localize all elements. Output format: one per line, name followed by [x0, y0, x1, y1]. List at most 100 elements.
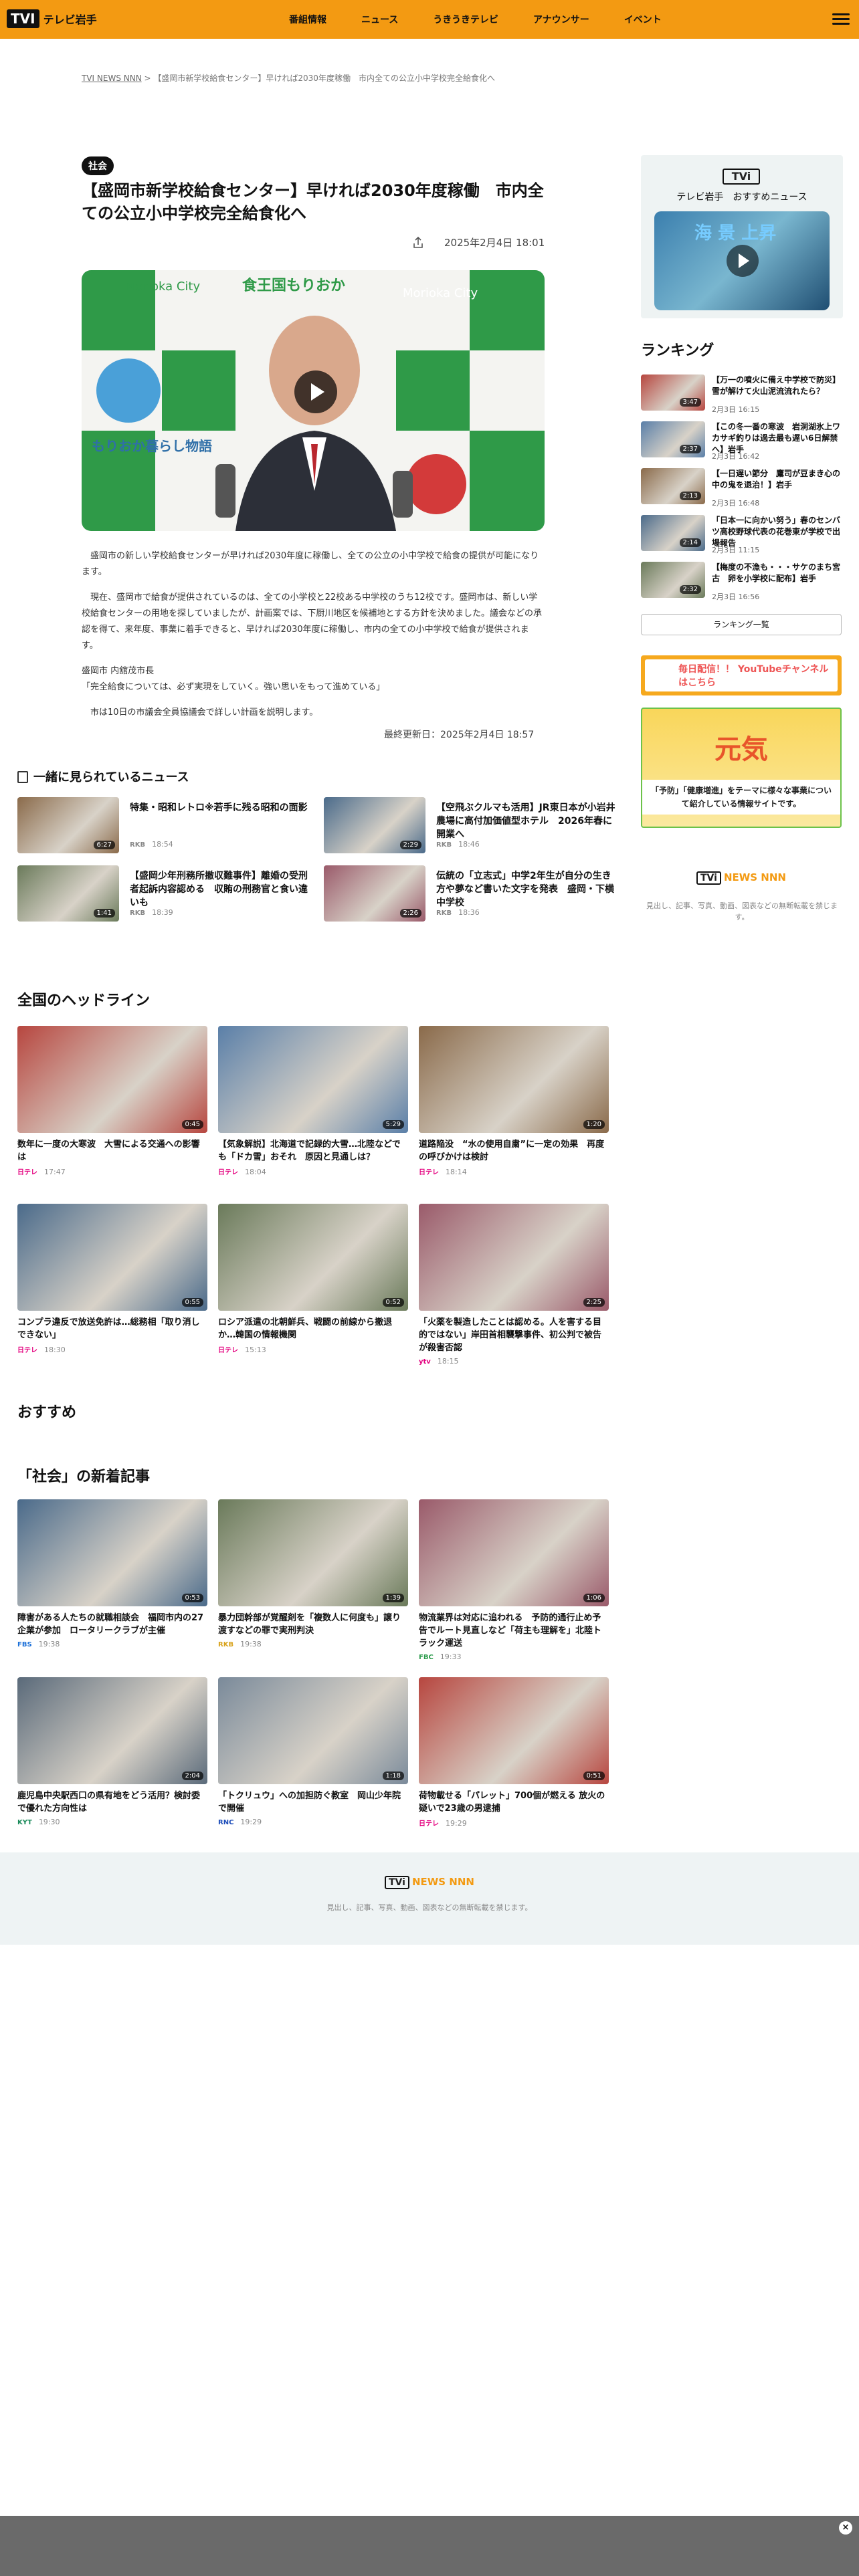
latest-card[interactable]: 1:39 暴力団幹部が覚醒剤を「複数人に何度も」譲り渡すなどの罪で実刑判決 RKB 1…: [218, 1499, 408, 1648]
article-body: 盛岡市の新しい学校給食センターが早ければ2030年度に稼働し、全ての公立の小中学…: [82, 548, 545, 730]
duration-badge: 0:53: [181, 1594, 203, 1602]
latest-card[interactable]: 0:53 障害がある人たちの就職相談会 福岡市内の27企業が参加 ロータリークラブ…: [17, 1499, 207, 1648]
site-logo[interactable]: TVI テレビ岩手: [7, 9, 97, 28]
recommend-video[interactable]: 海 景 上昇: [654, 211, 830, 310]
close-icon[interactable]: ×: [839, 2521, 852, 2535]
latest-title[interactable]: 荷物載せる「パレット」700個が燃える 放火の疑いで23歳の男逮捕: [419, 1790, 609, 1815]
national-thumbnail[interactable]: 0:52: [218, 1204, 408, 1311]
national-thumbnail[interactable]: 2:25: [419, 1204, 609, 1311]
ranking-time: 2月3日 16:15: [712, 405, 760, 414]
national-thumbnail[interactable]: 0:55: [17, 1204, 207, 1311]
svg-text:Morioka City: Morioka City: [403, 286, 478, 300]
latest-thumbnail[interactable]: 1:39: [218, 1499, 408, 1606]
article-paragraph: 現在、盛岡市で給食が提供されているのは、全ての小学校と22校ある中学校のうち12…: [82, 593, 542, 651]
related-time: 18:39: [152, 908, 173, 917]
related-meta: RKB 18:39: [130, 908, 173, 917]
national-card[interactable]: 2:25 「火薬を製造したことは認める。人を害する目的ではない」岸田首相襲撃事件、…: [419, 1204, 609, 1366]
latest-title[interactable]: 暴力団幹部が覚醒剤を「複数人に何度も」譲り渡すなどの罪で実刑判決: [218, 1612, 408, 1637]
ranking-thumbnail[interactable]: 2:37: [641, 421, 705, 457]
ranking-thumbnail[interactable]: 3:47: [641, 374, 705, 411]
ranking-item[interactable]: 2:37 【この冬一番の寒波 岩洞湖氷上ワカサギ釣りは過去最も遅い6日解禁へ】岩手…: [641, 421, 843, 461]
nav-ukiuki[interactable]: うきうきテレビ: [433, 13, 498, 26]
genki-banner[interactable]: 元気 「予防」「健康増進」をテーマに様々な事業について紹介している情報サイトです…: [641, 708, 842, 828]
national-card[interactable]: 1:20 道路陥没 “水の使用自粛”に一定の効果 再度の呼びかけは検討 日テレ 18:…: [419, 1026, 609, 1176]
nav-event[interactable]: イベント: [624, 13, 662, 26]
related-thumbnail[interactable]: 2:29: [324, 797, 425, 853]
category-tag[interactable]: 社会: [82, 156, 114, 175]
latest-thumbnail[interactable]: 0:53: [17, 1499, 207, 1606]
ranking-title[interactable]: 【一日遅い節分 鷹司が豆まき心の中の鬼を退治！】岩手: [712, 468, 843, 491]
latest-title[interactable]: 「トクリュウ」への加担防ぐ教室 岡山少年院で開催: [218, 1790, 408, 1815]
national-card[interactable]: 0:52 ロシア派遣の北朝鮮兵、戦闘の前線から撤退か…韓国の情報機関 日テレ 15:1…: [218, 1204, 408, 1354]
share-icon[interactable]: [411, 236, 425, 249]
ranking-item[interactable]: 3:47 【万一の噴火に備え中学校で防災】雪が解けて火山泥流流れたら？ 2月3日 1…: [641, 374, 843, 415]
latest-thumbnail[interactable]: 1:18: [218, 1677, 408, 1784]
youtube-banner[interactable]: 毎日配信！！ YouTubeチャンネルはこちら: [641, 655, 842, 695]
related-thumbnail[interactable]: 1:41: [17, 865, 119, 922]
ad-bar: ×: [0, 2516, 859, 2576]
related-item[interactable]: 2:26 伝統の「立志式」中学2年生が自分の生き方や夢など書いた文字を発表 盛岡・…: [324, 865, 618, 922]
hamburger-menu-icon[interactable]: [832, 11, 850, 28]
ranking-more-button[interactable]: ランキング一覧: [641, 614, 842, 635]
national-title[interactable]: 「火薬を製造したことは認める。人を害する目的ではない」岸田首相襲撃事件、初公判で…: [419, 1316, 609, 1354]
duration-badge: 0:52: [382, 1298, 404, 1307]
national-meta: 日テレ 18:04: [218, 1166, 266, 1176]
nav-announcer[interactable]: アナウンサー: [533, 13, 589, 26]
latest-card[interactable]: 1:18 「トクリュウ」への加担防ぐ教室 岡山少年院で開催 RNC 19:29: [218, 1677, 408, 1826]
national-title[interactable]: ロシア派遣の北朝鮮兵、戦闘の前線から撤退か…韓国の情報機関: [218, 1316, 408, 1341]
related-thumbnail[interactable]: 2:26: [324, 865, 425, 922]
latest-time: 19:29: [446, 1819, 467, 1828]
related-item[interactable]: 6:27 特集・昭和レトロ※若手に残る昭和の面影 RKB 18:54: [17, 797, 312, 853]
related-title[interactable]: 特集・昭和レトロ※若手に残る昭和の面影: [130, 801, 312, 815]
related-title[interactable]: 伝統の「立志式」中学2年生が自分の生き方や夢など書いた文字を発表 盛岡・下横中学…: [436, 869, 618, 909]
related-time: 18:36: [458, 908, 480, 917]
ranking-title[interactable]: 【万一の噴火に備え中学校で防災】雪が解けて火山泥流流れたら？: [712, 374, 843, 397]
latest-title[interactable]: 鹿児島中央駅西口の県有地をどう活用？検討委で優れた方向性は: [17, 1790, 207, 1815]
latest-thumbnail[interactable]: 1:06: [419, 1499, 609, 1606]
related-title[interactable]: 【空飛ぶクルマも活用】JR東日本が小岩井農場に高付加価値型ホテル 2026年春に…: [436, 801, 618, 841]
ranking-title[interactable]: 【梅度の不漁も・・・サケのまち宮古 卵を小学校に配布】岩手: [712, 562, 843, 584]
ranking-thumbnail[interactable]: 2:14: [641, 515, 705, 551]
duration-badge: 2:26: [399, 909, 421, 918]
breadcrumb-home[interactable]: TVI NEWS NNN: [82, 74, 142, 83]
national-thumbnail[interactable]: 5:29: [218, 1026, 408, 1133]
related-thumbnail[interactable]: 6:27: [17, 797, 119, 853]
latest-thumbnail[interactable]: 2:04: [17, 1677, 207, 1784]
national-card[interactable]: 0:55 コンプラ違反で放送免許は…総務相「取り消しできない」 日テレ 18:30: [17, 1204, 207, 1354]
national-thumbnail[interactable]: 1:20: [419, 1026, 609, 1133]
play-icon[interactable]: [727, 245, 759, 277]
latest-title[interactable]: 障害がある人たちの就職相談会 福岡市内の27企業が参加 ロータリークラブが主催: [17, 1612, 207, 1637]
national-title[interactable]: 数年に一度の大寒波 大雪による交通への影響は: [17, 1138, 207, 1164]
nav-programs[interactable]: 番組情報: [289, 13, 326, 26]
national-title[interactable]: コンプラ違反で放送免許は…総務相「取り消しできない」: [17, 1316, 207, 1341]
ranking-item[interactable]: 2:14 「日本一に向かい努う」春のセンバツ高校野球代表の花巻東が学校で出場報告 2…: [641, 515, 843, 555]
ranking-item[interactable]: 2:32 【梅度の不漁も・・・サケのまち宮古 卵を小学校に配布】岩手 2月3日 16…: [641, 562, 843, 602]
related-meta: RKB 18:54: [130, 840, 173, 849]
source-label: 日テレ: [218, 1169, 238, 1176]
national-title[interactable]: 【気象解説】北海道で記録的大雪…北陸などでも「ドカ雪」おそれ 原因と見通しは？: [218, 1138, 408, 1164]
source-label: RKB: [130, 841, 146, 849]
ranking-time: 2月3日 16:56: [712, 593, 760, 601]
nav-news[interactable]: ニュース: [361, 13, 398, 26]
national-title[interactable]: 道路陥没 “水の使用自粛”に一定の効果 再度の呼びかけは検討: [419, 1138, 609, 1164]
ranking-item[interactable]: 2:13 【一日遅い節分 鷹司が豆まき心の中の鬼を退治！】岩手 2月3日 16:48: [641, 468, 843, 508]
article-title: 【盛岡市新学校給食センター】早ければ2030年度稼働 市内全ての公立小中学校完全…: [82, 181, 544, 223]
national-time: 18:14: [446, 1168, 467, 1176]
ranking-thumbnail[interactable]: 2:32: [641, 562, 705, 598]
related-item[interactable]: 2:29 【空飛ぶクルマも活用】JR東日本が小岩井農場に高付加価値型ホテル 202…: [324, 797, 618, 853]
national-thumbnail[interactable]: 0:45: [17, 1026, 207, 1133]
national-card[interactable]: 0:45 数年に一度の大寒波 大雪による交通への影響は 日テレ 17:47: [17, 1026, 207, 1176]
latest-card[interactable]: 1:06 物流業界は対応に追われる 予防的通行止め予告でルート見直しなど「荷主も理…: [419, 1499, 609, 1661]
national-card[interactable]: 5:29 【気象解説】北海道で記録的大雪…北陸などでも「ドカ雪」おそれ 原因と見通…: [218, 1026, 408, 1176]
latest-thumbnail[interactable]: 0:51: [419, 1677, 609, 1784]
source-label: RNC: [218, 1819, 234, 1826]
latest-card[interactable]: 2:04 鹿児島中央駅西口の県有地をどう活用？検討委で優れた方向性は KYT 19:3…: [17, 1677, 207, 1826]
latest-time: 19:38: [38, 1640, 60, 1648]
latest-card[interactable]: 0:51 荷物載せる「パレット」700個が燃える 放火の疑いで23歳の男逮捕 日テレ…: [419, 1677, 609, 1828]
related-title[interactable]: 【盛岡少年刑務所撤収難事件】離婚の受刑者起訴内容認める 収賄の刑務官と食い違いも: [130, 869, 312, 909]
article-video[interactable]: Morioka City Morioka City もりおか暮らし物語 食王国も…: [82, 270, 545, 531]
related-item[interactable]: 1:41 【盛岡少年刑務所撤収難事件】離婚の受刑者起訴内容認める 収賄の刑務官と食…: [17, 865, 312, 922]
latest-title[interactable]: 物流業界は対応に追われる 予防的通行止め予告でルート見直しなど「荷主も理解を」北…: [419, 1612, 609, 1650]
ranking-thumbnail[interactable]: 2:13: [641, 468, 705, 504]
play-icon[interactable]: [294, 370, 337, 413]
